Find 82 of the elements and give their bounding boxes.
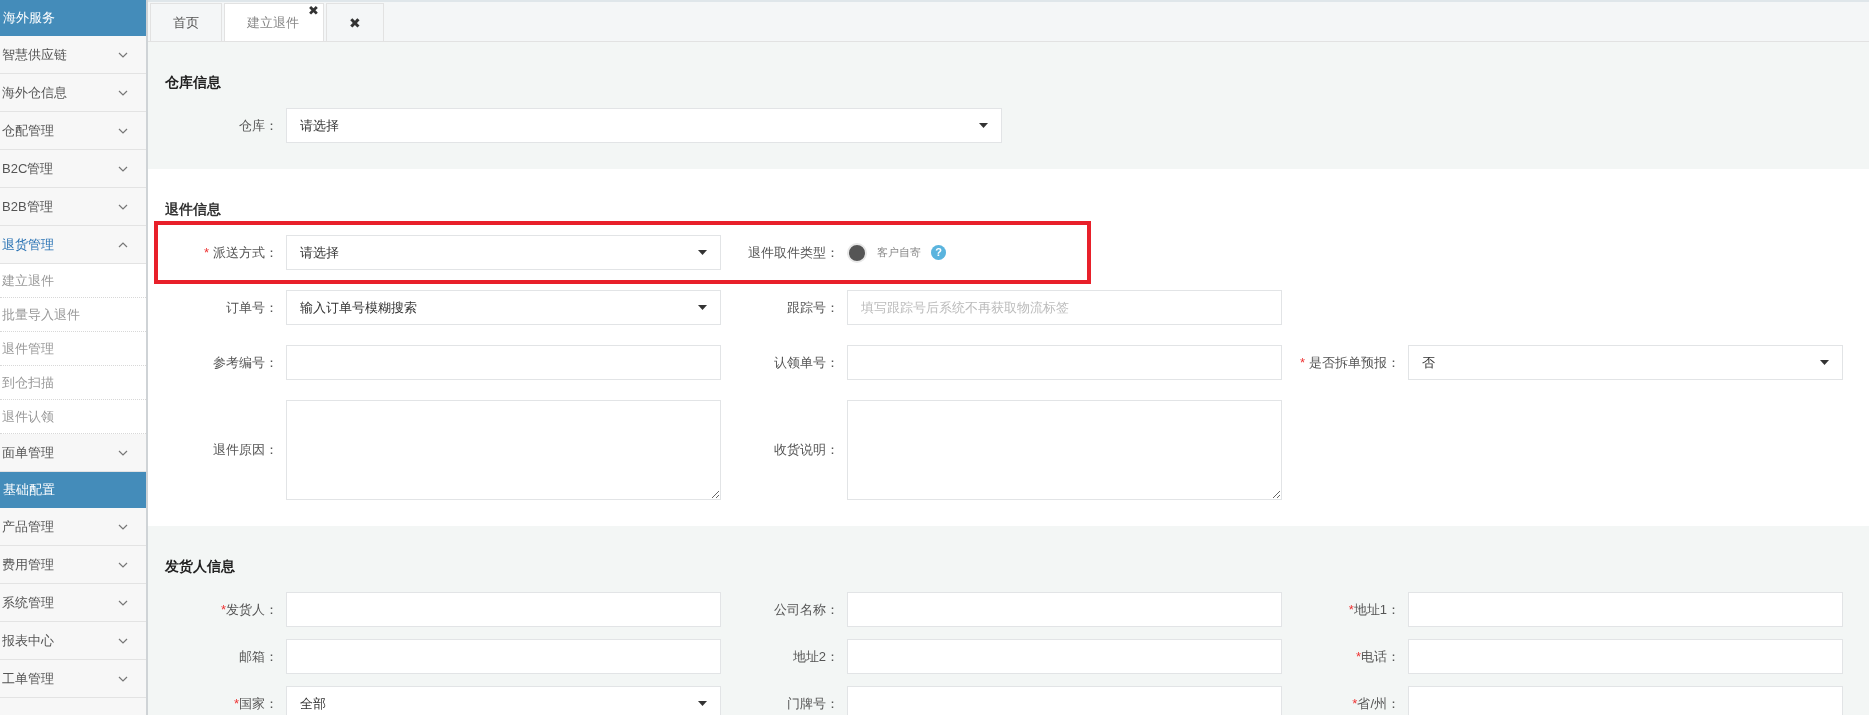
caret-icon <box>698 250 707 255</box>
required-mark: * <box>220 601 226 617</box>
sidebar-item[interactable]: 产品管理 <box>0 508 146 546</box>
required-mark: * <box>1355 648 1361 664</box>
select-field[interactable]: 否 <box>1408 345 1843 380</box>
field-label: 仓库： <box>239 117 278 133</box>
sidebar-item[interactable]: 智慧供应链 <box>0 36 146 74</box>
chevron-down-icon <box>118 165 128 172</box>
text-area[interactable] <box>286 400 721 500</box>
text-field[interactable] <box>286 345 721 380</box>
tab[interactable]: 建立退件 ✖ <box>224 3 324 41</box>
section-title: 发货人信息 <box>165 557 236 576</box>
close-icon[interactable]: ✖ <box>308 0 319 30</box>
required-mark: * <box>1348 601 1354 617</box>
section-title: 仓库信息 <box>165 73 222 92</box>
field-label: 认领单号： <box>774 354 839 370</box>
required-mark: * <box>1352 695 1358 711</box>
required-mark: * <box>203 244 209 260</box>
tab[interactable]: 首页 <box>150 3 222 41</box>
sidebar-item[interactable]: 报表中心 <box>0 622 146 660</box>
sidebar-item[interactable]: 费用管理 <box>0 546 146 584</box>
sidebar-item[interactable]: 工单管理 <box>0 660 146 698</box>
chevron-up-icon <box>118 241 128 248</box>
text-field[interactable] <box>847 345 1282 380</box>
sidebar-item[interactable]: 仓配管理 <box>0 112 146 150</box>
text-field[interactable] <box>1408 639 1843 674</box>
chevron-down-icon <box>118 675 128 682</box>
text-field[interactable] <box>286 592 721 627</box>
select-field[interactable]: 全部 <box>286 686 721 715</box>
field-label: 门牌号： <box>787 695 839 711</box>
caret-icon <box>1820 360 1829 365</box>
radio-button[interactable] <box>847 242 867 263</box>
field-label: 省/州： <box>1357 695 1400 711</box>
field-label: 国家： <box>239 695 278 711</box>
field-label: 电话： <box>1361 648 1400 664</box>
radio-label: 客户自寄 <box>877 245 921 260</box>
field-label: 公司名称： <box>774 601 839 617</box>
select-field[interactable]: 输入订单号模糊搜索 <box>286 290 721 325</box>
field-label: 发货人： <box>226 601 278 617</box>
text-field[interactable] <box>286 639 721 674</box>
chevron-down-icon <box>118 51 128 58</box>
chevron-down-icon <box>118 203 128 210</box>
field-label: 退件原因： <box>213 442 278 457</box>
select-field[interactable]: 请选择 <box>286 235 721 270</box>
field-label: 地址1： <box>1353 601 1400 617</box>
chevron-down-icon <box>118 523 128 530</box>
text-field[interactable] <box>1408 592 1843 627</box>
caret-icon <box>698 305 707 310</box>
field-label: 是否拆单预报： <box>1309 354 1400 370</box>
caret-icon <box>979 123 988 128</box>
close-tab-button[interactable]: ✖ <box>326 3 384 41</box>
chevron-down-icon <box>118 449 128 456</box>
chevron-down-icon <box>118 561 128 568</box>
chevron-down-icon <box>118 637 128 644</box>
field-label: 地址2： <box>792 648 839 664</box>
sidebar-group-header: 基础配置 <box>0 472 146 508</box>
chevron-down-icon <box>118 127 128 134</box>
text-field[interactable] <box>1408 686 1843 715</box>
text-field[interactable]: 填写跟踪号后系统不再获取物流标签 <box>847 290 1282 325</box>
section-title: 退件信息 <box>165 200 222 219</box>
field-label: 退件取件类型： <box>748 244 839 260</box>
required-mark: * <box>233 695 239 711</box>
field-label: 收货说明： <box>774 442 839 457</box>
text-field[interactable] <box>847 639 1282 674</box>
sidebar-item[interactable]: 系统管理 <box>0 584 146 622</box>
sidebar-item[interactable]: 海外仓信息 <box>0 74 146 112</box>
select-field[interactable]: 请选择 <box>286 108 1002 143</box>
text-area[interactable] <box>847 400 1282 500</box>
field-label: 派送方式： <box>213 244 278 260</box>
sidebar-item[interactable]: B2B管理 <box>0 188 146 226</box>
required-mark: * <box>1299 354 1305 370</box>
field-label: 跟踪号： <box>787 299 839 315</box>
caret-icon <box>698 701 707 706</box>
text-field[interactable] <box>847 592 1282 627</box>
text-field[interactable] <box>847 686 1282 715</box>
chevron-down-icon <box>118 599 128 606</box>
field-label: 参考编号： <box>213 354 278 370</box>
chevron-down-icon <box>118 89 128 96</box>
sidebar-group-header: 海外服务 <box>0 0 146 36</box>
field-label: 订单号： <box>226 299 278 315</box>
field-label: 邮箱： <box>239 648 278 664</box>
sidebar-item[interactable]: B2C管理 <box>0 150 146 188</box>
